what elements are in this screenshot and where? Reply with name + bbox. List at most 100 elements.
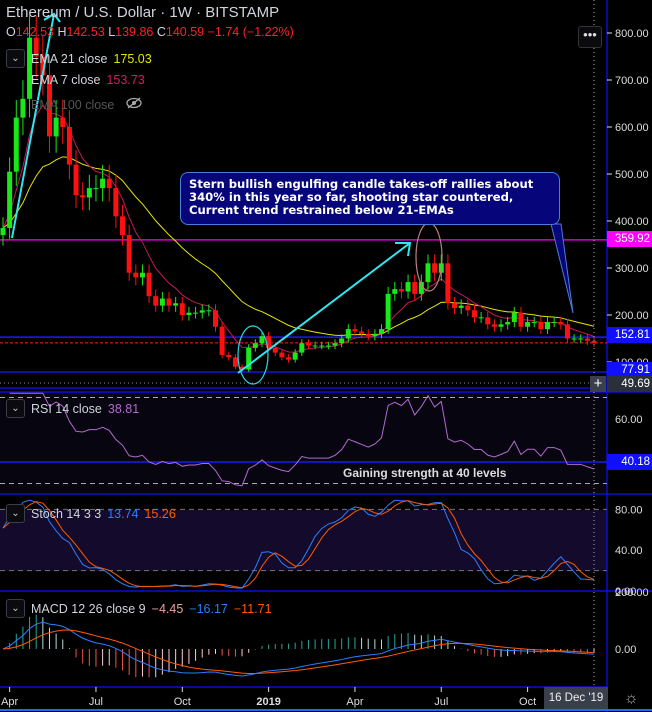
candle-body [232,357,238,367]
close-value: 140.59 [165,25,205,39]
candle-body [93,188,99,190]
candle-body [139,272,145,278]
resistance-price-tag: 359.92 [607,231,652,247]
candle-body [465,305,471,311]
candle-body [578,338,584,340]
interval[interactable]: 1W [169,4,192,21]
more-options-button[interactable]: ••• [578,26,602,48]
price-tick-label: 600.00 [615,122,649,134]
stoch-tick-label: 80.00 [615,504,643,516]
candle-body [226,354,232,358]
candle-body [452,303,458,308]
time-tick-label: Oct [174,696,191,708]
candle-body [173,303,179,306]
legend-ema21[interactable]: ⌄ EMA 21 close 175.03 [6,49,152,68]
legend-macd[interactable]: ⌄ MACD 12 26 close 9 −4.45 −16.17 −11.71 [6,599,272,618]
candle-body [259,336,265,344]
candle-body [219,326,225,355]
candle-body [498,324,504,327]
candle-body [100,178,106,189]
open-value: 142.53 [15,25,54,39]
stoch-k-value: 13.74 [107,506,139,521]
time-tick-label: Jul [434,696,448,708]
eye-off-icon[interactable] [126,97,143,112]
candle-body [133,272,139,278]
candle-body [359,331,365,334]
candle-body [392,289,398,294]
candle-body [398,289,404,292]
rsi-value: 38.81 [107,401,140,416]
candle-body [491,324,497,327]
candle-body [511,312,517,323]
candle-body [146,272,152,297]
chevron-down-icon[interactable]: ⌄ [6,49,25,68]
candle-body [286,357,292,360]
candle-body [252,343,258,348]
candle-body [292,352,298,360]
rsi-level-tag: 40.18 [607,454,652,470]
legend-stoch[interactable]: ⌄ Stoch 14 3 3 13.74 15.26 [6,504,176,523]
candle-body [339,338,345,344]
ema21-value: 175.03 [113,51,152,66]
candle-body [153,296,159,306]
candle-body [471,310,477,318]
price-tick-label: 500.00 [615,169,649,181]
candle-body [120,216,126,236]
chevron-down-icon[interactable]: ⌄ [6,504,25,523]
settings-gear-icon[interactable]: ☼ [624,690,639,708]
candle-body [425,263,431,283]
legend-ema100[interactable]: EMA 100 close [31,97,143,112]
price-tick-label: 300.00 [615,263,649,275]
time-tick-label: Apr [346,696,363,708]
symbol-name: Ethereum / U.S. Dollar [6,4,157,21]
ema7-label: EMA 7 close [31,73,101,87]
candle [246,344,252,372]
candle-body [60,117,66,127]
price-tick-label: 400.00 [615,216,649,228]
candle-body [13,117,19,172]
candle-body [538,322,544,330]
support-price-tag: 152.81 [607,327,652,343]
stoch-label: Stoch 14 3 3 [31,506,102,521]
time-tick-label: Apr [1,696,18,708]
chart-title: Ethereum / U.S. Dollar · 1W · BITSTAMP [6,4,279,21]
crosshair-price-tag: 49.69 [607,376,652,392]
legend-ema7[interactable]: EMA 7 close 153.73 [31,73,145,87]
candle-body [325,345,331,347]
rsi-annotation[interactable]: Gaining strength at 40 levels [343,466,506,480]
macd-hist-value: −4.45 [151,601,184,616]
candle-body [206,310,212,312]
candle-body [159,298,165,306]
candle-body [113,188,119,217]
macd-tick-label: 200.00 [615,587,649,599]
candle-body [379,329,385,334]
candle-body [445,263,451,304]
candle-body [332,343,338,346]
annotation-callout[interactable]: Stern bullish engulfing candle takes-off… [180,172,560,225]
time-tick-label: Oct [519,696,536,708]
candle-body [299,343,305,353]
time-tick-label: Jul [89,696,103,708]
candle-body [126,235,132,273]
rsi-tick-label: 60.00 [615,414,643,426]
add-crosshair-button[interactable]: + [590,376,606,392]
candle-body [412,282,418,294]
candle-body [106,178,112,189]
ema100-label: EMA 100 close [31,97,115,112]
candle-body [312,345,318,347]
candle-body [372,333,378,337]
ema7-value: 153.73 [106,73,145,87]
candle-body [345,329,351,339]
candle [219,321,225,359]
legend-rsi[interactable]: ⌄ RSI 14 close 38.81 [6,399,139,418]
candle-body [558,322,564,325]
macd-signal-value: −11.71 [233,601,272,616]
separator: · [160,4,166,21]
candle-body [272,347,278,353]
candle-body [66,127,72,165]
chevron-down-icon[interactable]: ⌄ [6,599,25,618]
candle-body [212,310,218,327]
candle-body [458,305,464,308]
candle-body [305,343,311,346]
chevron-down-icon[interactable]: ⌄ [6,399,25,418]
